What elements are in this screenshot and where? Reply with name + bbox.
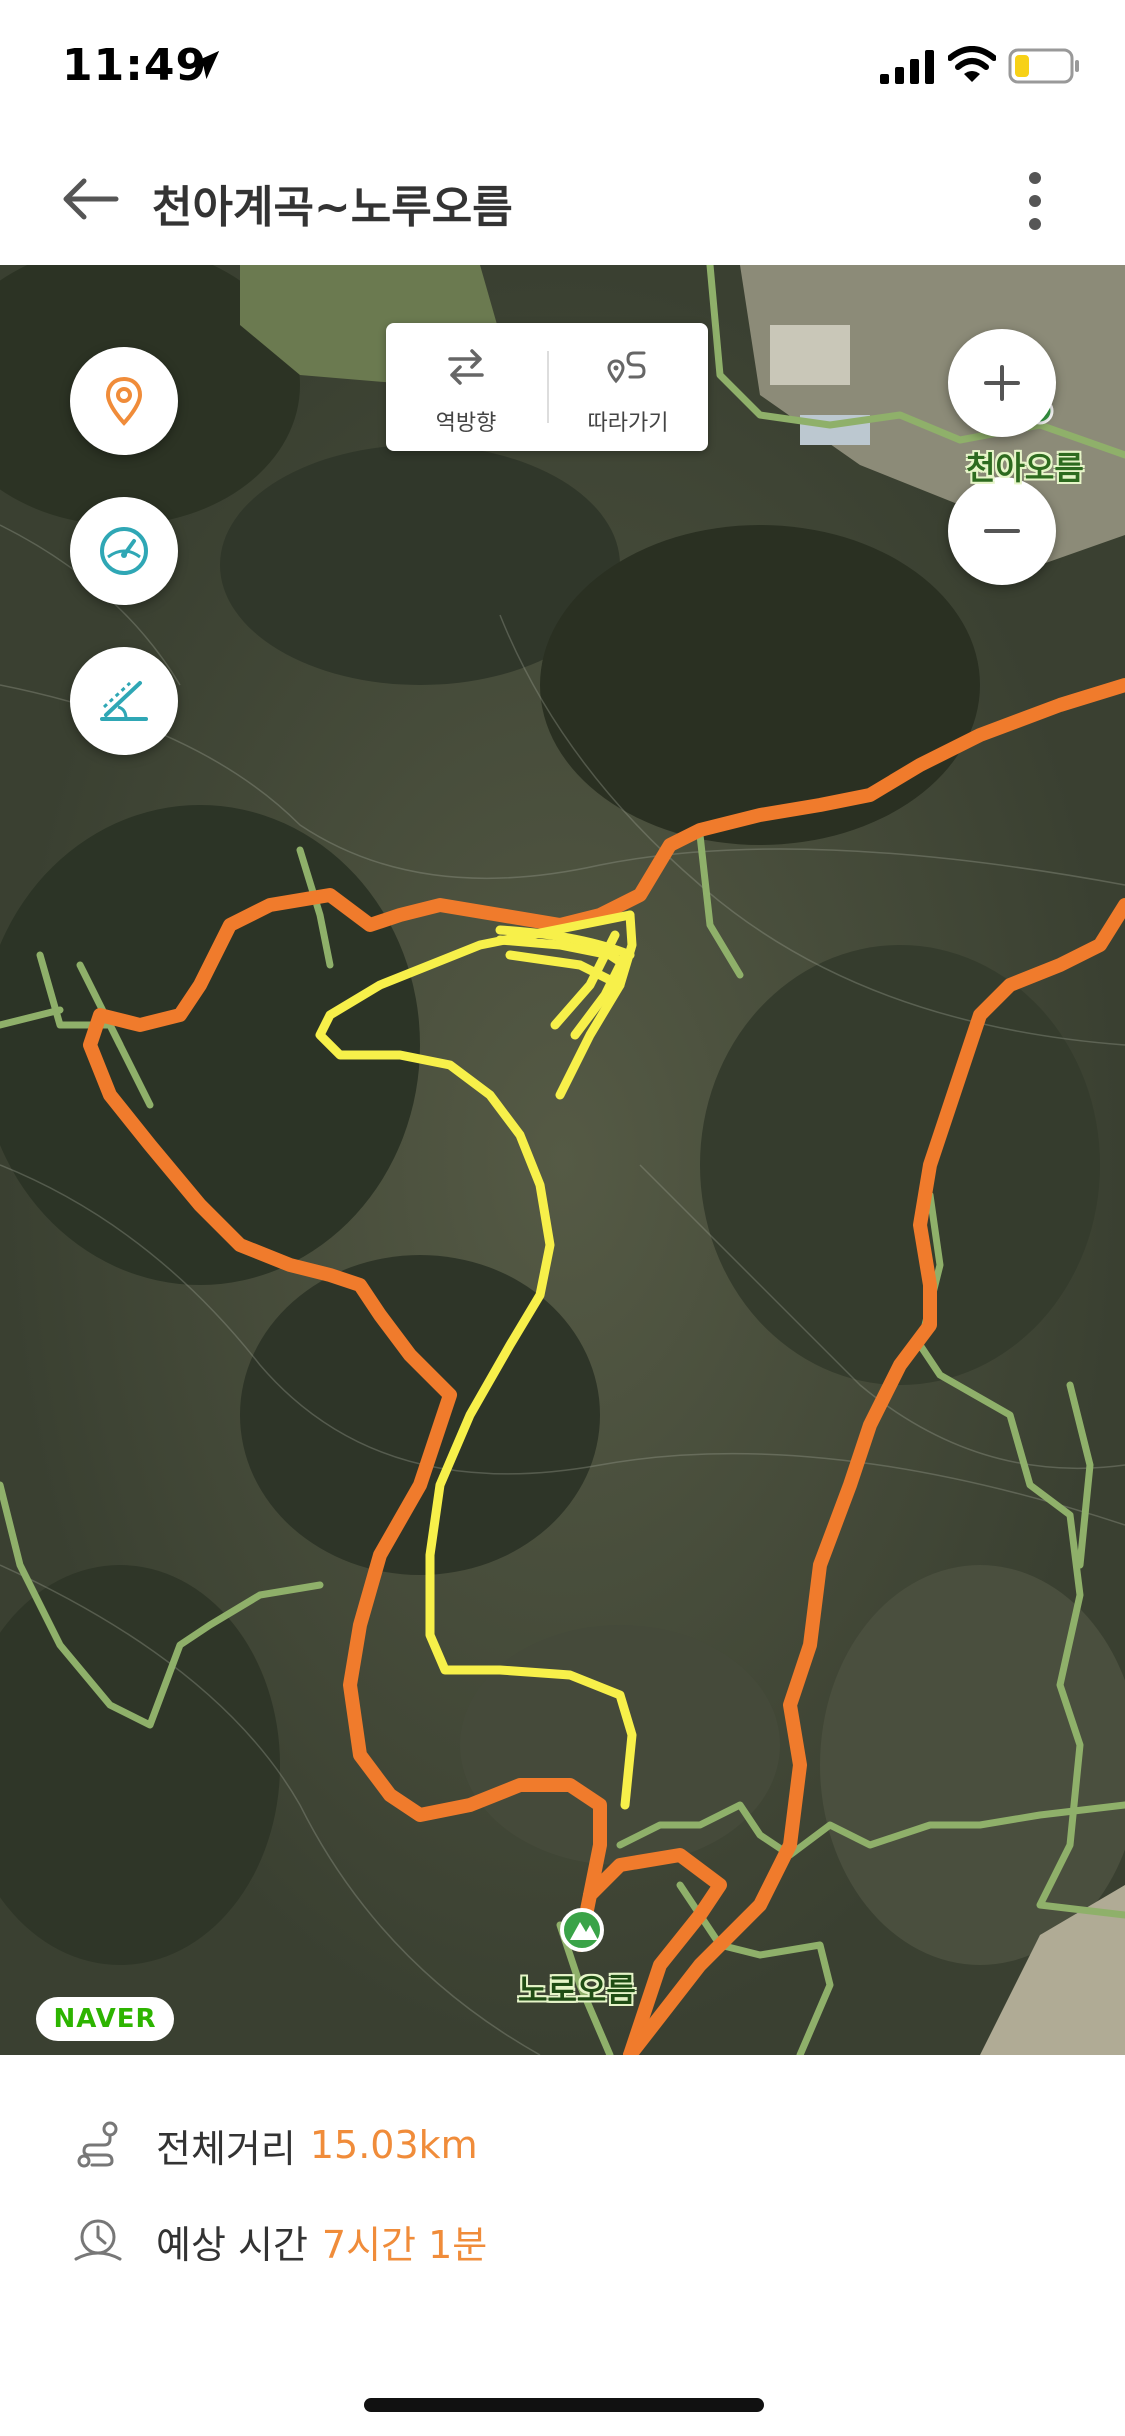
zoom-in-button[interactable] <box>948 329 1056 437</box>
vertical-ellipsis-icon <box>1029 172 1041 230</box>
time-row: 예상 시간 7시간 1분 <box>70 2211 487 2271</box>
my-location-button[interactable] <box>70 347 178 455</box>
route-distance-icon <box>77 2121 118 2168</box>
plus-icon <box>984 365 1020 401</box>
page-title: 천아계곡~노루오름 <box>152 182 513 233</box>
map-view[interactable]: 역방향 따라가기 천아오름 노로오름 NAVER <box>0 265 1125 2055</box>
distance-value: 15.03km <box>309 2123 478 2167</box>
distance-row: 전체거리 15.03km <box>70 2115 478 2175</box>
back-button[interactable] <box>50 163 130 235</box>
minus-icon <box>984 529 1020 533</box>
status-time: 11:49 <box>62 40 208 91</box>
home-indicator[interactable] <box>364 2398 764 2412</box>
cellular-signal-icon <box>880 50 934 84</box>
time-label: 예상 시간 <box>156 2222 308 2267</box>
wifi-icon <box>948 46 996 82</box>
more-options-button[interactable] <box>1010 165 1060 237</box>
follow-route-button[interactable]: 따라가기 <box>548 323 708 451</box>
app-header: 천아계곡~노루오름 <box>0 135 1125 265</box>
speedometer-icon <box>100 527 148 575</box>
time-value: 7시간 1분 <box>321 2222 488 2267</box>
naver-logo: NAVER <box>36 1997 174 2041</box>
status-bar: 11:49 <box>0 0 1125 135</box>
speed-button[interactable] <box>70 497 178 605</box>
location-arrow-icon <box>190 50 220 80</box>
slope-icon <box>100 681 148 721</box>
location-pin-icon <box>105 376 143 426</box>
battery-low-icon <box>1008 48 1079 84</box>
place-label-noro-oreum[interactable]: 노로오름 <box>518 1965 636 2011</box>
route-summary-sheet: 전체거리 15.03km 예상 시간 7시간 1분 <box>0 2055 1125 2436</box>
arrow-left-icon <box>63 178 119 220</box>
distance-label: 전체거리 <box>156 2126 296 2171</box>
route-tools-panel: 역방향 따라가기 <box>386 323 708 451</box>
swap-arrows-icon <box>448 349 484 385</box>
follow-route-icon <box>607 351 646 384</box>
reverse-direction-button[interactable]: 역방향 <box>386 323 546 451</box>
place-label-cheona-oreum[interactable]: 천아오름 <box>966 443 1084 489</box>
estimated-time-icon <box>74 2219 122 2261</box>
mountain-marker-icon <box>560 1908 604 1952</box>
slope-button[interactable] <box>70 647 178 755</box>
zoom-out-button[interactable] <box>948 477 1056 585</box>
reverse-direction-label: 역방향 <box>435 411 497 436</box>
follow-route-label: 따라가기 <box>587 411 669 436</box>
